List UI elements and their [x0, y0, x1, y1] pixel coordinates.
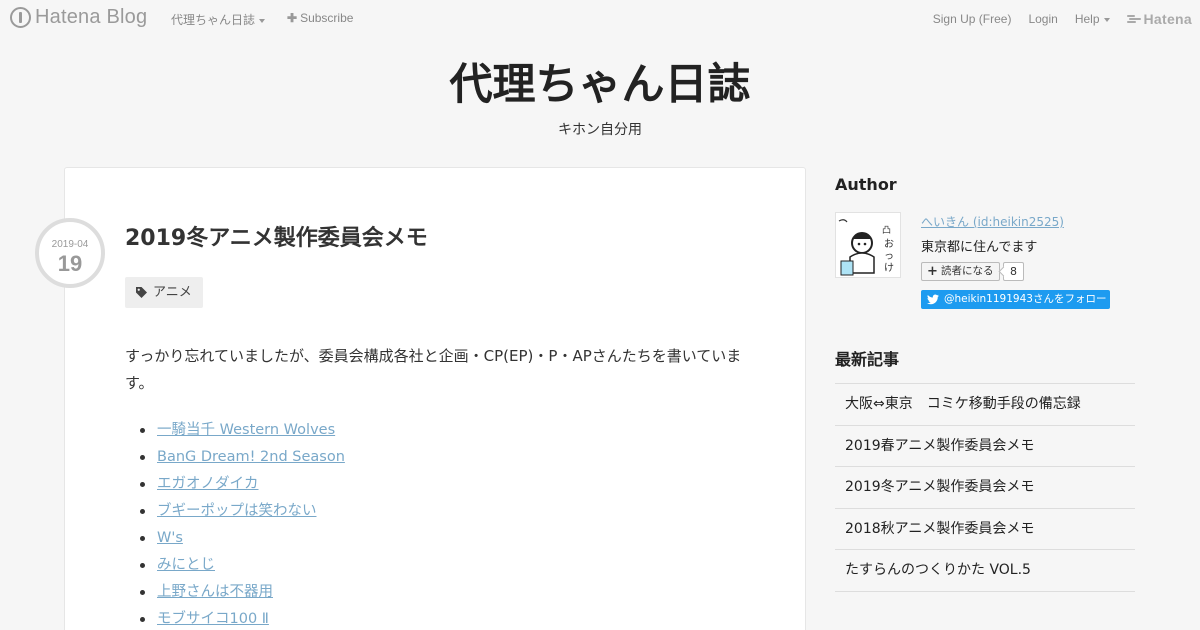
- author-heading: Author: [835, 175, 897, 194]
- hatena-blog-logo-text: Hatena Blog: [35, 6, 148, 28]
- twitter-follow-label: @heikin1191943さんをフォロー: [944, 293, 1107, 305]
- recent-entry-link[interactable]: 2019冬アニメ製作委員会メモ: [835, 467, 1135, 509]
- recent-entries-list: 大阪⇔東京 コミケ移動手段の備忘録 2019春アニメ製作委員会メモ 2019冬ア…: [835, 383, 1135, 592]
- entry-link[interactable]: みにとじ: [157, 557, 215, 573]
- entry-date-year-month: 2019-04: [51, 239, 89, 250]
- global-header: Hatena Blog 代理ちゃん日誌 ✚ Subscribe Sign Up (…: [0, 0, 1200, 36]
- hatena-logo[interactable]: Hatena: [1126, 11, 1192, 27]
- list-item: モブサイコ100 Ⅱ: [125, 606, 755, 630]
- blog-menu-dropdown[interactable]: 代理ちゃん日誌: [171, 11, 266, 28]
- svg-text:凸: 凸: [882, 225, 891, 236]
- entry-date-badge[interactable]: 2019-04 19: [35, 218, 105, 288]
- entry-link[interactable]: 一騎当千 Western Wolves: [157, 422, 335, 438]
- tag-icon: [136, 287, 147, 298]
- recent-entry-link[interactable]: 大阪⇔東京 コミケ移動手段の備忘録: [835, 384, 1135, 426]
- recent-entry-link[interactable]: たすらんのつくりかた VOL.5: [835, 550, 1135, 592]
- entry-title[interactable]: 2019冬アニメ製作委員会メモ: [125, 220, 428, 252]
- list-item: エガオノダイカ: [125, 471, 755, 498]
- hatena-blog-logo-icon: [10, 7, 31, 28]
- entry-link[interactable]: モブサイコ100 Ⅱ: [157, 611, 269, 627]
- global-header-right: Sign Up (Free) Login Help Hatena: [916, 11, 1192, 27]
- list-item: みにとじ: [125, 552, 755, 579]
- blog-title[interactable]: 代理ちゃん日誌: [0, 50, 1200, 112]
- entry-link-list: 一騎当千 Western Wolves BanG Dream! 2nd Seas…: [125, 417, 755, 630]
- author-id-link[interactable]: へいきん (id:heikin2525): [921, 213, 1064, 230]
- entry-date-day: 19: [57, 251, 83, 276]
- recent-entry-link[interactable]: 2018秋アニメ製作委員会メモ: [835, 509, 1135, 551]
- subscribe-reader-button[interactable]: + 読者になる: [921, 262, 1000, 281]
- subscribe-label: Subscribe: [300, 11, 354, 25]
- plus-icon: ✚: [287, 11, 298, 25]
- hatena-logo-text: Hatena: [1143, 11, 1192, 27]
- blog-description: キホン自分用: [558, 122, 642, 138]
- reader-button-label: 読者になる: [941, 265, 994, 277]
- list-item: 上野さんは不器用: [125, 579, 755, 606]
- entry-category-label: アニメ: [153, 285, 192, 300]
- plus-icon: +: [927, 264, 938, 279]
- svg-text:け: け: [884, 262, 894, 274]
- login-link[interactable]: Login: [1028, 12, 1057, 26]
- recent-entry-link[interactable]: 2019春アニメ製作委員会メモ: [835, 426, 1135, 468]
- entry-link[interactable]: W's: [157, 530, 183, 546]
- caret-down-icon: [1103, 17, 1110, 22]
- list-item: W's: [125, 525, 755, 552]
- subscribe-button[interactable]: ✚ Subscribe: [287, 11, 353, 25]
- author-avatar[interactable]: 凸 お っ け: [835, 212, 901, 278]
- blog-menu-label: 代理ちゃん日誌: [171, 13, 256, 27]
- author-avatar-image: 凸 お っ け: [836, 213, 900, 277]
- help-label: Help: [1074, 12, 1100, 26]
- entry-link[interactable]: BanG Dream! 2nd Season: [157, 449, 345, 465]
- recent-entries-heading: 最新記事: [835, 350, 900, 369]
- hatena-logo-icon: [1126, 14, 1141, 24]
- reader-count-badge: 8: [1003, 262, 1024, 281]
- caret-down-icon: [259, 18, 266, 23]
- entry-body-text: すっかり忘れていましたが、委員会構成各社と企画・CP(EP)・P・APさんたちを…: [125, 347, 742, 392]
- twitter-follow-button[interactable]: @heikin1191943さんをフォロー: [921, 290, 1110, 309]
- entry-link[interactable]: エガオノダイカ: [157, 476, 259, 492]
- entry-category-tag[interactable]: アニメ: [125, 277, 203, 308]
- entry-link[interactable]: 上野さんは不器用: [157, 584, 273, 600]
- twitter-bird-icon: [927, 294, 939, 305]
- author-description: 東京都に住んでます: [921, 240, 1038, 255]
- hatena-blog-logo[interactable]: Hatena Blog: [10, 6, 147, 29]
- entry-link[interactable]: ブギーポップは笑わない: [157, 503, 317, 519]
- list-item: BanG Dream! 2nd Season: [125, 444, 755, 471]
- list-item: 一騎当千 Western Wolves: [125, 417, 755, 444]
- list-item: ブギーポップは笑わない: [125, 498, 755, 525]
- help-dropdown[interactable]: Help: [1075, 12, 1110, 26]
- signup-link[interactable]: Sign Up (Free): [933, 12, 1012, 26]
- svg-text:お: お: [884, 238, 894, 250]
- svg-text:っ: っ: [884, 251, 894, 262]
